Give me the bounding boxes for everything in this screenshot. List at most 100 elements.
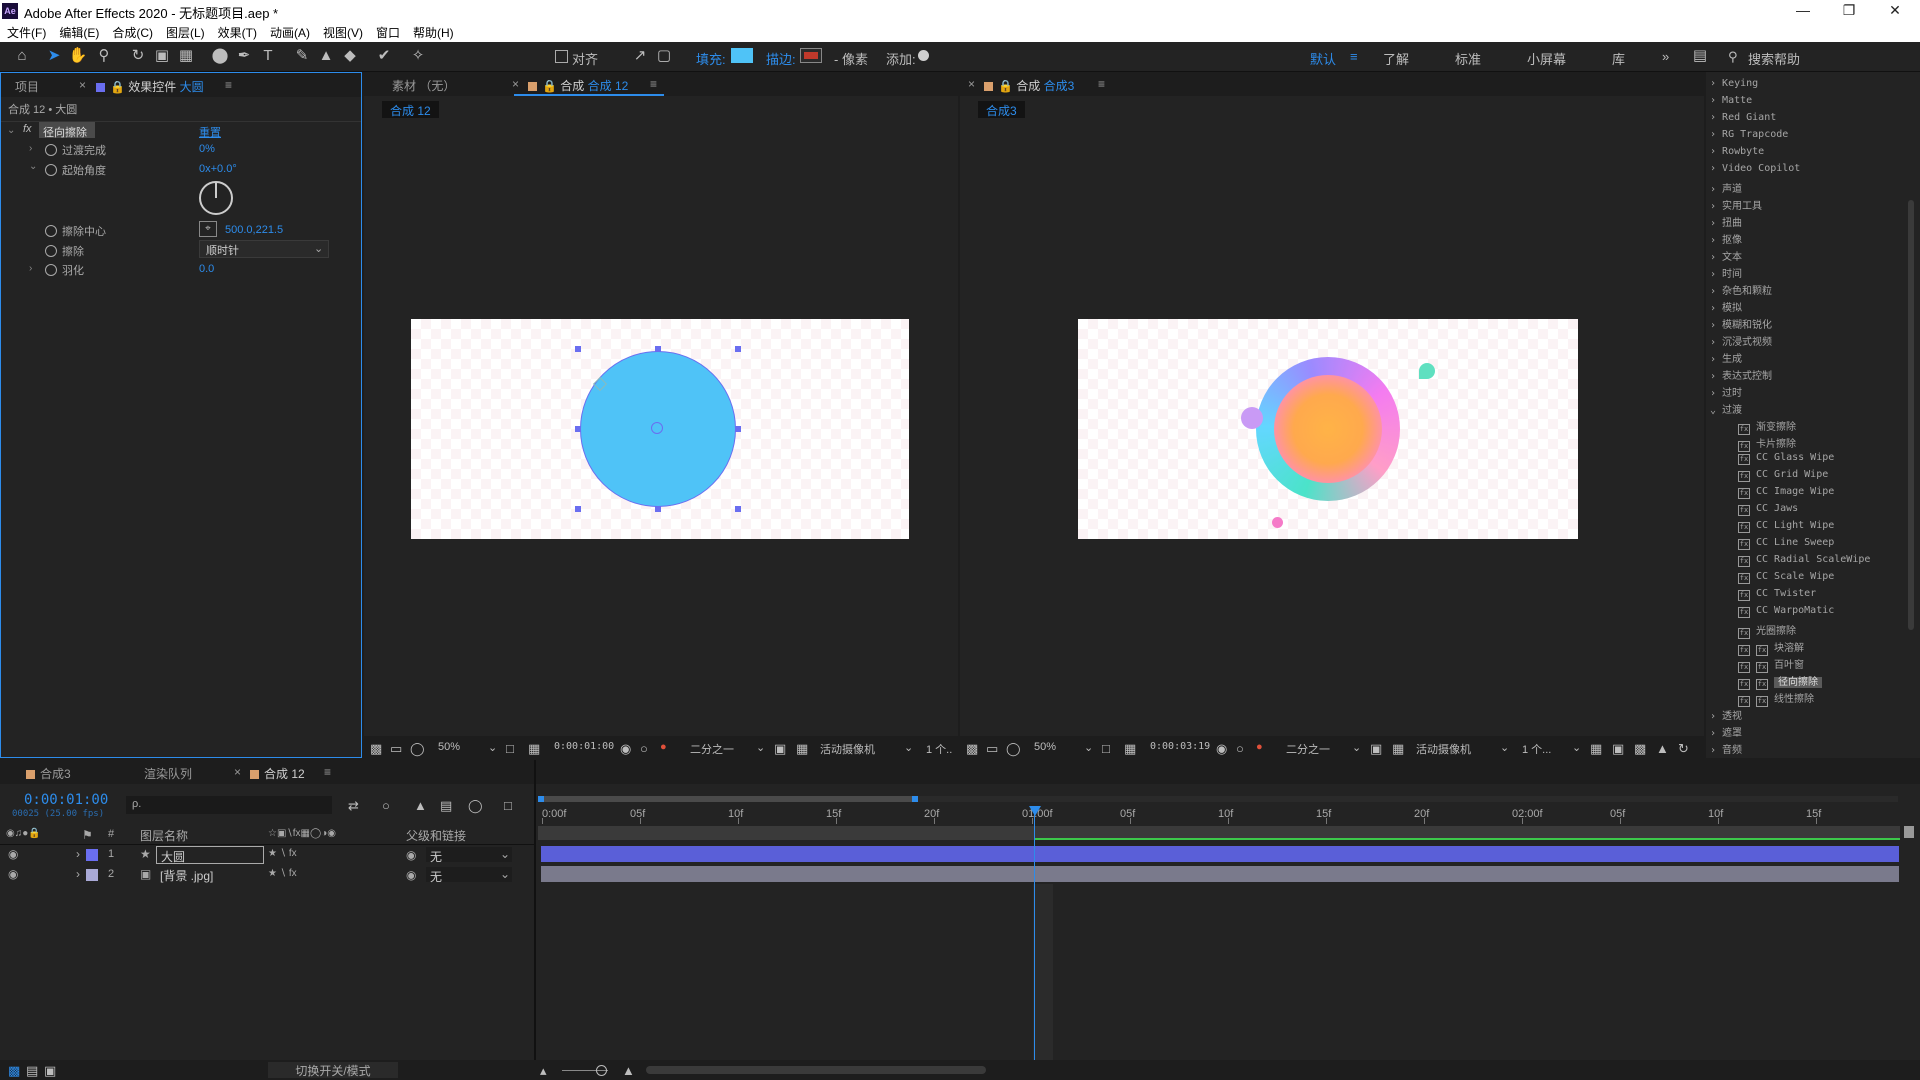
clone-stamp-tool-icon[interactable]: ▲: [316, 46, 336, 66]
selection-handle[interactable]: [735, 426, 741, 432]
panel-layout-icon[interactable]: ▤: [1690, 46, 1710, 66]
prop-feather[interactable]: 羽化: [45, 262, 84, 278]
effect-item[interactable]: fx CC Light Wipe: [1738, 520, 1834, 533]
tab-comp-12[interactable]: 合成 12: [250, 765, 305, 782]
pickwhip-icon[interactable]: ◉: [406, 868, 416, 882]
always-preview-icon[interactable]: ▩: [966, 741, 978, 757]
tab-menu-icon[interactable]: ≡: [650, 77, 657, 91]
effect-item[interactable]: fx CC Twister: [1738, 588, 1816, 601]
layer-switches-icon[interactable]: ▩: [8, 1063, 20, 1079]
region-of-interest-icon[interactable]: ▣: [774, 741, 786, 757]
chevron-down-icon[interactable]: ⌄: [29, 161, 37, 172]
prop-value-center[interactable]: 500.0,221.5: [225, 224, 283, 236]
effect-item[interactable]: fx CC Image Wipe: [1738, 486, 1834, 499]
snapshot-icon[interactable]: ◉: [1216, 741, 1227, 757]
zoom-select[interactable]: 50%: [438, 741, 460, 753]
always-preview-icon[interactable]: ▩: [370, 741, 382, 757]
comp-breadcrumb[interactable]: 合成 12: [382, 101, 439, 118]
prop-wipe-center[interactable]: 擦除中心: [45, 223, 106, 239]
modes-icon[interactable]: ▤: [26, 1063, 38, 1079]
close-icon[interactable]: ✕: [1872, 0, 1918, 22]
tab-render-queue[interactable]: 渲染队列: [144, 765, 192, 782]
layer-bar-2[interactable]: [541, 866, 1899, 882]
resolution-select[interactable]: 二分之一: [690, 741, 734, 757]
zoom-in-icon[interactable]: ▲: [622, 1063, 635, 1078]
ellipse-tool-icon[interactable]: ⬤: [210, 46, 230, 66]
timeline-timecode[interactable]: 0:00:01:00: [24, 792, 108, 808]
home-icon[interactable]: ⌂: [12, 46, 32, 66]
prop-start-angle[interactable]: 起始角度: [45, 162, 106, 178]
tab-menu-icon[interactable]: ≡: [324, 765, 331, 779]
reset-exposure-icon[interactable]: ▦: [1590, 741, 1602, 757]
hand-tool-icon[interactable]: ✋: [68, 46, 88, 66]
effect-category[interactable]: › 过时: [1710, 384, 1742, 399]
effect-category[interactable]: › 杂色和颗粒: [1710, 282, 1772, 297]
reset-link[interactable]: 重置: [199, 124, 221, 140]
work-area-start-handle[interactable]: [538, 796, 544, 802]
timeline-end-marker[interactable]: [1904, 826, 1914, 838]
menu-view[interactable]: 视图(V): [316, 22, 369, 42]
effect-category[interactable]: › 扭曲: [1710, 214, 1742, 229]
prop-value-angle[interactable]: 0x+0.0°: [199, 163, 237, 175]
fit-icon[interactable]: □: [506, 741, 514, 756]
comp-canvas[interactable]: [411, 319, 909, 539]
timeline-layer-row[interactable]: ◉ › 1 ★ 大圆 ★ ∖ fx ◉ 无 ⌄: [0, 846, 534, 864]
region-of-interest-icon[interactable]: ▣: [1370, 741, 1382, 757]
brush-tool-icon[interactable]: ✎: [292, 46, 312, 66]
search-help-input[interactable]: 搜索帮助: [1748, 49, 1800, 68]
col-parent[interactable]: 父级和链接: [406, 827, 466, 844]
tab-close-icon[interactable]: ×: [512, 77, 519, 91]
effect-item[interactable]: fx CC Line Sweep: [1738, 537, 1834, 550]
effects-scrollbar[interactable]: [1908, 200, 1914, 630]
transparency-grid-icon[interactable]: ▦: [1124, 741, 1136, 757]
pickwhip-icon[interactable]: ◉: [406, 848, 416, 862]
tab-project[interactable]: 项目: [15, 78, 39, 95]
current-time[interactable]: 0:00:01:00: [554, 741, 614, 752]
timeline-icon[interactable]: ▣: [1612, 741, 1624, 757]
effect-category[interactable]: › Keying: [1710, 78, 1758, 89]
mask-visibility-icon[interactable]: ◯: [1006, 741, 1021, 757]
effect-item[interactable]: fx CC WarpoMatic: [1738, 605, 1834, 618]
exposure-icon[interactable]: ↻: [1678, 741, 1689, 757]
effect-category[interactable]: › Rowbyte: [1710, 146, 1764, 157]
toggle-switches-modes-button[interactable]: 切换开关/模式: [268, 1062, 398, 1078]
cti-head-icon[interactable]: [1029, 806, 1041, 816]
fit-icon[interactable]: □: [1102, 741, 1110, 756]
pan-behind-tool-icon[interactable]: ▦: [176, 46, 196, 66]
comp-breadcrumb[interactable]: 合成3: [978, 101, 1025, 118]
selection-tool-icon[interactable]: ➤: [44, 46, 64, 66]
effect-item[interactable]: fx CC Glass Wipe: [1738, 452, 1834, 465]
text-tool-icon[interactable]: T: [258, 46, 278, 66]
selection-handle[interactable]: [655, 506, 661, 512]
roto-brush-tool-icon[interactable]: ✔: [374, 46, 394, 66]
effect-item[interactable]: fx CC Grid Wipe: [1738, 469, 1828, 482]
layer-name-field[interactable]: 大圆: [156, 846, 264, 864]
work-area-bar[interactable]: [538, 826, 1900, 840]
effect-item[interactable]: fx 光圈擦除: [1738, 622, 1796, 639]
draft-3d-icon[interactable]: ○: [382, 798, 390, 813]
selection-handle[interactable]: [575, 506, 581, 512]
timing-icon[interactable]: ▣: [44, 1063, 56, 1079]
eye-icon[interactable]: ◉: [8, 867, 18, 881]
layer-label-color[interactable]: [86, 869, 98, 881]
effect-item[interactable]: fx 卡片擦除: [1738, 435, 1796, 452]
layer-bar-1[interactable]: [541, 846, 1899, 862]
selection-handle[interactable]: [575, 426, 581, 432]
transparency-grid-icon[interactable]: ▦: [528, 741, 540, 757]
chevron-right-icon[interactable]: ›: [76, 847, 80, 861]
current-time-indicator[interactable]: [1034, 808, 1035, 1060]
snapshot-icon[interactable]: ◉: [620, 741, 631, 757]
effect-item[interactable]: fx CC Jaws: [1738, 503, 1798, 516]
current-time[interactable]: 0:00:03:19: [1150, 741, 1210, 752]
parent-select[interactable]: 无 ⌄: [426, 867, 512, 884]
toggle-transparency-icon[interactable]: ▦: [1392, 741, 1404, 757]
angle-dial[interactable]: [199, 181, 233, 215]
zoom-tool-icon[interactable]: ⚲: [94, 46, 114, 66]
align-checkbox[interactable]: [555, 50, 568, 63]
prop-wipe[interactable]: 擦除: [45, 243, 84, 259]
color-channel-icon[interactable]: ●: [1256, 741, 1263, 753]
restore-icon[interactable]: ❐: [1826, 0, 1872, 22]
selection-handle[interactable]: [735, 346, 741, 352]
comp-canvas[interactable]: [1078, 319, 1578, 539]
tab-comp-12[interactable]: 🔒 合成 合成 12: [528, 77, 628, 94]
